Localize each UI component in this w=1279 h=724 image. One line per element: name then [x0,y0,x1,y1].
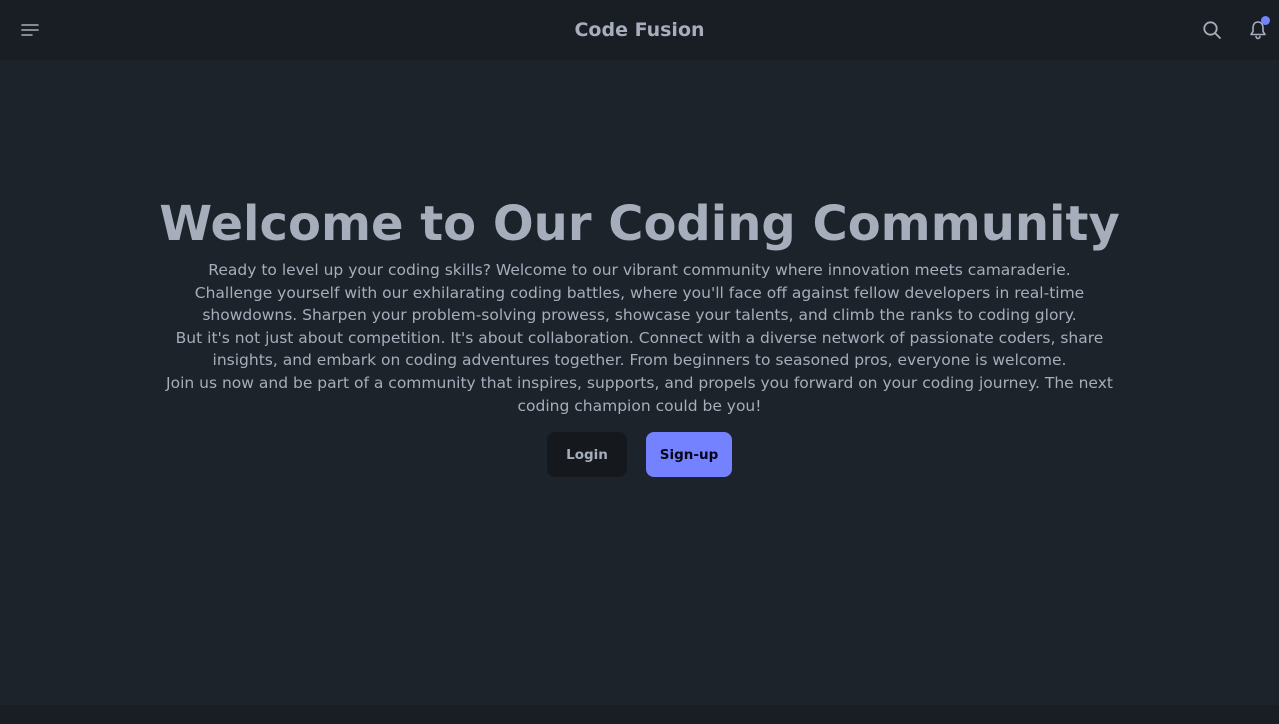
hero-paragraph: But it's not just about competition. It'… [175,328,1104,370]
navbar: Code Fusion [0,0,1279,60]
hero-actions: Login Sign-up [0,432,1279,478]
hero-paragraph: Challenge yourself with our exhilarating… [194,283,1085,325]
hero-title: Welcome to Our Coding Community [159,196,1120,252]
notification-badge [1261,16,1270,25]
search-icon [1203,21,1221,39]
hero-section: Welcome to Our Coding Community Ready to… [0,194,1279,478]
hero-paragraph: Ready to level up your coding skills? We… [208,261,1071,279]
signup-button[interactable]: Sign-up [646,432,732,478]
hero-paragraph: Join us now and be part of a community t… [166,373,1113,415]
menu-icon [21,24,39,36]
brand-title[interactable]: Code Fusion [0,0,1279,60]
hero-description: Ready to level up your coding skills? We… [160,259,1120,417]
footer-strip [0,705,1279,724]
search-button[interactable] [1192,10,1232,50]
menu-button[interactable] [10,10,50,50]
login-button[interactable]: Login [547,432,627,478]
notifications-button[interactable] [1238,10,1278,50]
